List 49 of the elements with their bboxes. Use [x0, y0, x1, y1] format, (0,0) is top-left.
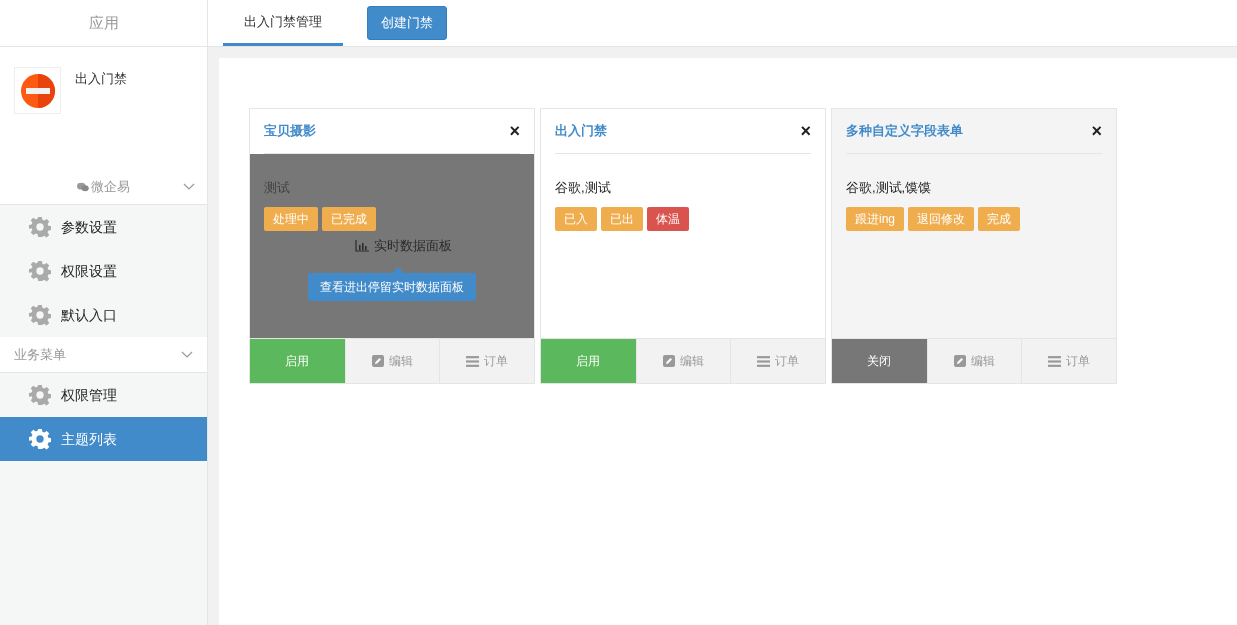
- menu-item[interactable]: 参数设置: [0, 205, 207, 249]
- app-name: 出入门禁: [75, 70, 127, 88]
- card-text: 谷歌,测试: [555, 179, 612, 197]
- sidebar-header: 应用: [0, 0, 207, 47]
- list-icon: [757, 355, 771, 367]
- menu-item[interactable]: 默认入口: [0, 293, 207, 337]
- create-button[interactable]: 创建门禁: [367, 6, 447, 40]
- tag: 体温: [647, 206, 689, 231]
- tab[interactable]: 出入门禁管理: [223, 1, 343, 46]
- tag: 退回修改: [908, 206, 974, 231]
- close-button[interactable]: ×: [509, 122, 520, 140]
- dashboard-link[interactable]: 实时数据面板: [354, 236, 452, 256]
- card-title[interactable]: 多种自定义字段表单: [846, 121, 963, 141]
- tag: 已入: [555, 206, 597, 231]
- status-button[interactable]: 启用: [541, 339, 636, 383]
- gear-icon: [29, 260, 51, 282]
- edit-button[interactable]: 编辑: [344, 339, 440, 383]
- menu-item[interactable]: 主题列表: [0, 417, 207, 461]
- edit-button[interactable]: 编辑: [635, 339, 731, 383]
- status-button[interactable]: 关闭: [832, 339, 927, 383]
- gear-icon: [29, 384, 51, 406]
- tag: 完成: [978, 206, 1020, 231]
- card-title[interactable]: 宝贝摄影: [264, 121, 316, 141]
- tooltip: 查看进出停留实时数据面板: [308, 266, 476, 301]
- card-text: 谷歌,测试,馍馍: [846, 179, 933, 197]
- menu-item[interactable]: 权限管理: [0, 373, 207, 417]
- tag: 处理中: [264, 206, 318, 231]
- bar-chart-icon: [354, 239, 369, 252]
- list-icon: [466, 355, 480, 367]
- gear-icon: [29, 428, 51, 450]
- tag: 跟进ing: [846, 206, 904, 231]
- orders-button[interactable]: 订单: [439, 339, 534, 383]
- pencil-icon: [954, 355, 966, 367]
- menu-group-header[interactable]: 业务菜单: [0, 337, 207, 373]
- card-title[interactable]: 出入门禁: [555, 121, 607, 141]
- orders-button[interactable]: 订单: [730, 339, 825, 383]
- gear-icon: [29, 216, 51, 238]
- menu-item[interactable]: 权限设置: [0, 249, 207, 293]
- menu-group-header[interactable]: 微企易: [0, 169, 207, 205]
- list-icon: [1048, 355, 1062, 367]
- close-button[interactable]: ×: [800, 122, 811, 140]
- pencil-icon: [663, 355, 675, 367]
- pencil-icon: [372, 355, 384, 367]
- gear-icon: [29, 304, 51, 326]
- tag: 已出: [601, 206, 643, 231]
- close-button[interactable]: ×: [1091, 122, 1102, 140]
- app-logo-icon: [14, 67, 61, 114]
- tag: 已完成: [322, 206, 376, 231]
- status-button[interactable]: 启用: [250, 339, 345, 383]
